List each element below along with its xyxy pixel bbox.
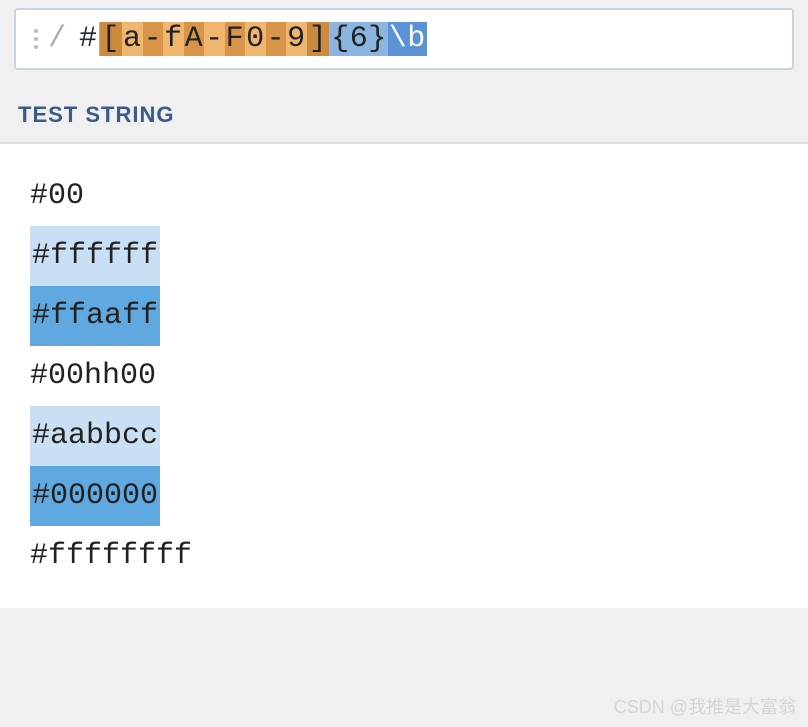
regex-charclass-char: - xyxy=(204,22,225,56)
regex-delimiter: / xyxy=(48,22,66,56)
test-line: #ffffffff xyxy=(30,526,778,586)
regex-charclass-char: F xyxy=(225,22,246,56)
regex-anchor: \b xyxy=(388,22,427,56)
test-line: #aabbcc xyxy=(30,406,778,466)
regex-match: #ffaaff xyxy=(30,286,160,346)
test-line: #ffffff xyxy=(30,226,778,286)
test-line: #00 xyxy=(30,166,778,226)
regex-charclass-char: 0 xyxy=(245,22,266,56)
regex-match: #aabbcc xyxy=(30,406,160,466)
regex-pattern: # [a-fA-F0-9]{6}\b xyxy=(78,22,427,56)
regex-charclass: [a-fA-F0-9] xyxy=(99,22,331,56)
test-line: #000000 xyxy=(30,466,778,526)
regex-quantifier: {6} xyxy=(330,22,388,56)
regex-literal-hash: # xyxy=(78,22,99,56)
watermark: CSDN @我推是大富翁 xyxy=(614,693,796,719)
test-string-area[interactable]: #00#ffffff#ffaaff#00hh00#aabbcc#000000#f… xyxy=(0,142,808,608)
regex-match: #ffffff xyxy=(30,226,160,286)
test-line: #00hh00 xyxy=(30,346,778,406)
regex-charclass-char: f xyxy=(163,22,184,56)
test-line: #ffaaff xyxy=(30,286,778,346)
drag-handle-icon[interactable] xyxy=(34,29,38,49)
regex-input[interactable]: / # [a-fA-F0-9]{6}\b xyxy=(14,8,794,70)
regex-charclass-char: A xyxy=(184,22,205,56)
regex-match: #000000 xyxy=(30,466,160,526)
regex-charclass-char: - xyxy=(266,22,287,56)
regex-charclass-char: a xyxy=(122,22,143,56)
regex-charclass-char: - xyxy=(143,22,164,56)
section-title: TEST STRING xyxy=(18,102,808,128)
regex-charclass-char: 9 xyxy=(286,22,307,56)
